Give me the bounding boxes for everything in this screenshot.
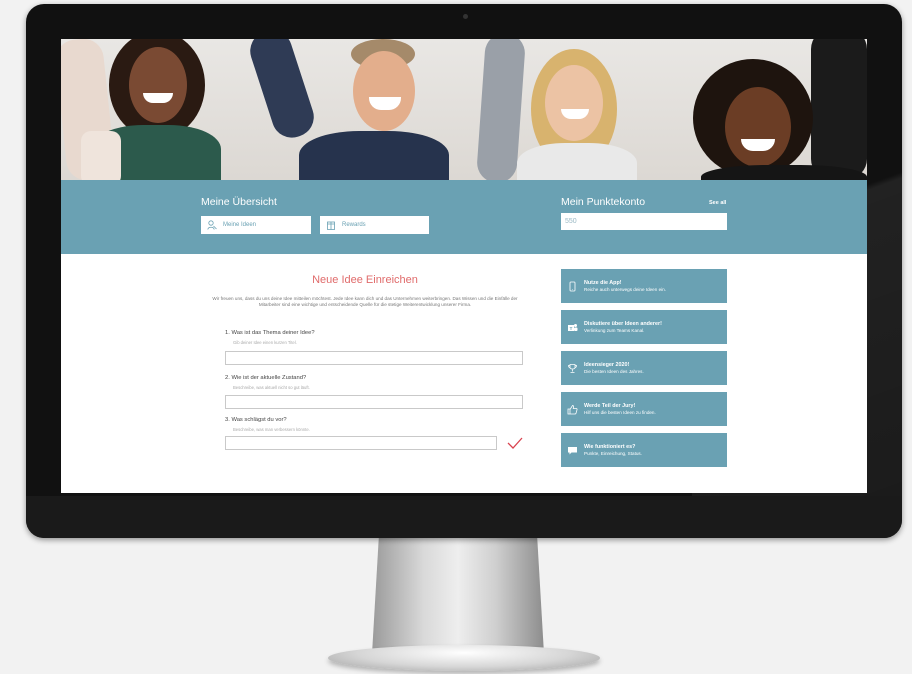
question-1-hint: Gib deiner Idee einen kurzen Titel. [233, 340, 297, 345]
monitor-chin [26, 496, 902, 538]
user-icon [207, 220, 217, 230]
tile-how[interactable]: Wie funktioniert es? Punkte, Einreichung… [561, 433, 727, 467]
tile-app-title: Nutze die App! [584, 279, 622, 286]
question-3-hint: Beschreibe, was man verbessern könnte. [233, 427, 310, 432]
my-ideas-label: Meine Ideen [223, 222, 257, 228]
points-value: 550 [561, 213, 727, 230]
chat-icon [568, 446, 577, 454]
tile-app-subtitle: Reiche auch unterwegs deine Ideen ein. [584, 286, 666, 292]
tile-winners[interactable]: Ideensieger 2020! Die besten Ideen des J… [561, 351, 727, 385]
overview-title: Meine Übersicht [201, 196, 277, 208]
tile-winners-title: Ideensieger 2020! [584, 361, 630, 368]
my-ideas-button[interactable]: Meine Ideen [201, 216, 311, 234]
hero-banner [61, 39, 867, 180]
tile-discuss-subtitle: Verlinkung zum Teams Kanal. [584, 327, 645, 333]
monitor-stand [372, 536, 544, 654]
form-title: Neue Idee Einreichen [312, 274, 418, 286]
see-all-link[interactable]: See all [709, 200, 726, 206]
gift-icon [327, 221, 335, 230]
question-2-hint: Beschreibe, was aktuell nicht so gut läu… [233, 385, 310, 390]
tile-jury[interactable]: Werde Teil der Jury! Hilf uns die besten… [561, 392, 727, 426]
question-2-label: 2. Wie ist der aktuelle Zustand? [225, 375, 307, 381]
question-3-input[interactable] [225, 436, 497, 450]
tile-jury-title: Werde Teil der Jury! [584, 402, 636, 409]
trophy-icon [568, 363, 577, 373]
tile-winners-subtitle: Die besten Ideen des Jahres. [584, 368, 644, 374]
svg-text:T: T [570, 325, 573, 330]
tile-discuss[interactable]: T Diskutiere über Ideen anderer! Verlink… [561, 310, 727, 344]
tile-how-subtitle: Punkte, Einreichung, Status. [584, 450, 642, 456]
tile-jury-subtitle: Hilf uns die besten Ideen zu finden. [584, 409, 656, 415]
question-3-label: 3. Was schlägst du vor? [225, 417, 287, 423]
tile-app[interactable]: Nutze die App! Reiche auch unterwegs dei… [561, 269, 727, 303]
phone-icon [569, 281, 576, 291]
tile-discuss-title: Diskutiere über Ideen anderer! [584, 320, 662, 327]
thumbs-up-icon [567, 404, 578, 414]
screen: Meine Übersicht Meine Ideen Rewards Mein… [61, 39, 867, 493]
monitor-base [328, 645, 600, 671]
form-intro: Wir freuen uns, dass du uns deine Idee m… [212, 296, 518, 308]
question-1-label: 1. Was ist das Thema deiner Idee? [225, 330, 315, 336]
check-icon[interactable] [507, 437, 523, 449]
teams-icon: T [568, 323, 578, 331]
points-title: Mein Punktekonto [561, 196, 646, 208]
question-2-input[interactable] [225, 395, 523, 409]
camera-icon [463, 14, 468, 19]
tile-how-title: Wie funktioniert es? [584, 443, 636, 450]
rewards-button[interactable]: Rewards [320, 216, 429, 234]
question-1-input[interactable] [225, 351, 523, 365]
dashboard-band [61, 180, 867, 254]
rewards-label: Rewards [342, 222, 366, 228]
